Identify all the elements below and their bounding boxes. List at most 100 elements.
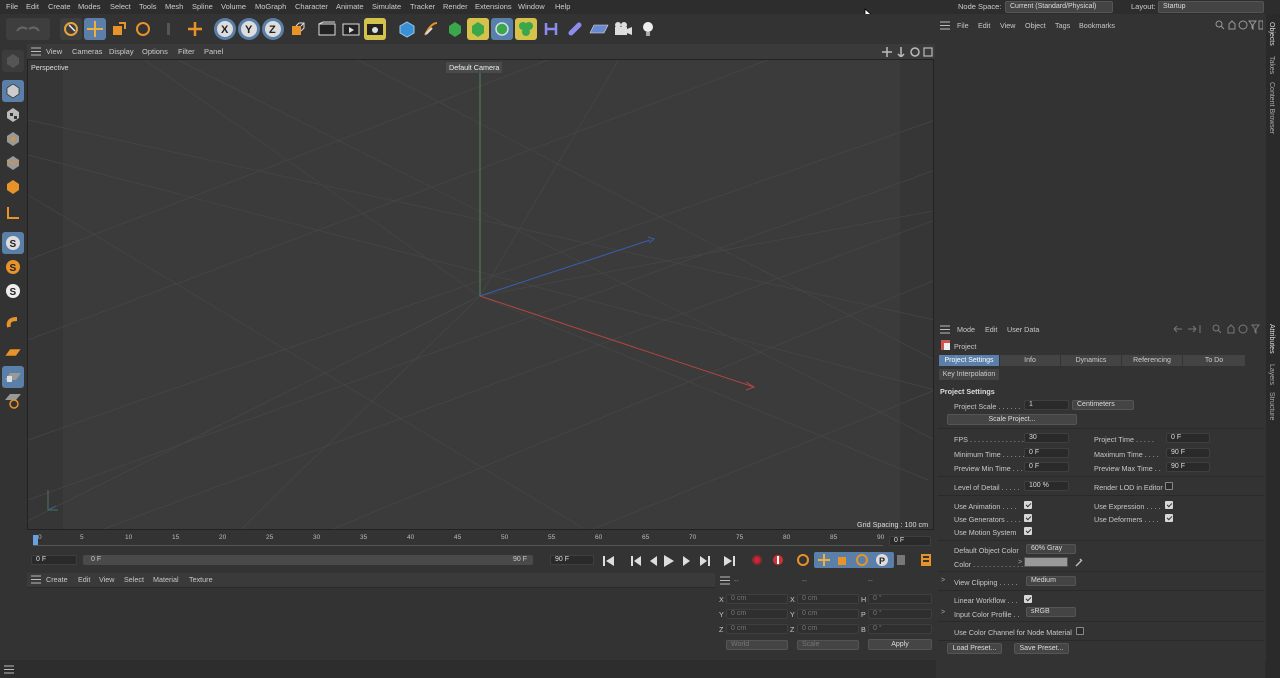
tab-to-do[interactable]: To Do: [1183, 355, 1245, 366]
make-editable-icon[interactable]: [2, 50, 24, 72]
pen-spline-icon[interactable]: [420, 18, 442, 40]
view-clipping-expand-icon[interactable]: >: [941, 577, 945, 584]
menu-select[interactable]: Select: [110, 2, 131, 11]
menu-edit[interactable]: Edit: [26, 2, 39, 11]
menu-modes[interactable]: Modes: [78, 2, 101, 11]
rotation-h-field[interactable]: 0 °: [868, 594, 932, 604]
object-menu-object[interactable]: Object: [1025, 21, 1046, 30]
auto-keying-icon[interactable]: [772, 554, 784, 566]
frame-range-slider[interactable]: 0 F 90 F: [83, 555, 533, 565]
workplane-snap-icon[interactable]: S: [2, 280, 24, 302]
light-object-icon[interactable]: [637, 18, 659, 40]
size-y-field[interactable]: 0 cm: [797, 609, 859, 619]
render-settings-icon[interactable]: [364, 18, 386, 40]
max-time-field[interactable]: 90 F: [1166, 448, 1210, 458]
object-menu-bookmarks[interactable]: Bookmarks: [1079, 21, 1115, 30]
rotation-b-field[interactable]: 0 °: [868, 624, 932, 634]
key-parameter-icon[interactable]: P: [875, 553, 889, 567]
position-y-field[interactable]: 0 cm: [726, 609, 788, 619]
edges-mode-icon[interactable]: [2, 152, 24, 174]
lod-field[interactable]: 100 %: [1024, 481, 1069, 491]
tab-info[interactable]: Info: [1000, 355, 1060, 366]
recent-tools-icon[interactable]: [158, 18, 180, 40]
rotate-tool-icon[interactable]: [132, 18, 154, 40]
coordinate-system-icon[interactable]: [287, 18, 309, 40]
y-axis-lock-icon[interactable]: Y: [238, 18, 260, 40]
use-animation-checkbox[interactable]: [1024, 501, 1032, 509]
load-preset-button[interactable]: Load Preset...: [947, 643, 1002, 654]
project-scale-field[interactable]: 1: [1024, 400, 1069, 410]
viewport-rotate-icon[interactable]: [910, 47, 920, 57]
generator-icon[interactable]: [467, 18, 489, 40]
undo-redo-button[interactable]: [6, 18, 50, 40]
viewport-move-icon[interactable]: [882, 47, 892, 57]
viewport[interactable]: Perspective Default Camera Grid Spacing …: [27, 59, 934, 530]
next-frame-button[interactable]: [685, 553, 699, 567]
workplane-icon[interactable]: [2, 342, 24, 364]
menu-volume[interactable]: Volume: [221, 2, 246, 11]
cube-object-icon[interactable]: [396, 18, 418, 40]
use-motion-checkbox[interactable]: [1024, 527, 1032, 535]
use-expression-checkbox[interactable]: [1165, 501, 1173, 509]
size-z-field[interactable]: 0 cm: [797, 624, 859, 634]
color-expand-icon[interactable]: >: [1018, 559, 1022, 566]
menu-extensions[interactable]: Extensions: [475, 2, 512, 11]
use-deformers-checkbox[interactable]: [1165, 514, 1173, 522]
viewport-menu-panel[interactable]: Panel: [204, 47, 223, 56]
material-menu-texture[interactable]: Texture: [189, 575, 213, 584]
z-axis-lock-icon[interactable]: Z: [262, 18, 284, 40]
deformer-icon[interactable]: [540, 18, 562, 40]
viewport-zoom-icon[interactable]: [896, 47, 906, 57]
key-scale-icon[interactable]: [837, 554, 849, 566]
create-cross-icon[interactable]: [184, 18, 206, 40]
project-time-field[interactable]: 0 F: [1166, 433, 1210, 443]
attr-menu-user-data[interactable]: User Data: [1007, 325, 1039, 334]
menu-mograph[interactable]: MoGraph: [255, 2, 286, 11]
model-mode-icon[interactable]: [2, 80, 24, 102]
input-profile-dropdown[interactable]: sRGB: [1026, 607, 1076, 617]
menu-tracker[interactable]: Tracker: [410, 2, 435, 11]
menu-tools[interactable]: Tools: [139, 2, 157, 11]
object-menu-view[interactable]: View: [1000, 21, 1015, 30]
default-color-dropdown[interactable]: 60% Gray: [1026, 544, 1076, 554]
tab-dynamics[interactable]: Dynamics: [1061, 355, 1121, 366]
tab-referencing[interactable]: Referencing: [1122, 355, 1182, 366]
scale-unit-dropdown[interactable]: Centimeters: [1072, 400, 1134, 410]
hamburger-icon[interactable]: [31, 575, 41, 584]
hamburger-icon[interactable]: [720, 576, 730, 585]
linear-workflow-checkbox[interactable]: [1024, 595, 1032, 603]
camera-object-icon[interactable]: [612, 18, 634, 40]
current-frame-field[interactable]: 0 F: [889, 536, 931, 546]
play-button[interactable]: [664, 553, 680, 567]
environment-icon[interactable]: [564, 18, 586, 40]
side-tab-attributes[interactable]: Attributes: [1268, 324, 1275, 354]
rotation-p-field[interactable]: 0 °: [868, 609, 932, 619]
menu-help[interactable]: Help: [555, 2, 570, 11]
menu-simulate[interactable]: Simulate: [372, 2, 401, 11]
tab-project-settings[interactable]: Project Settings: [939, 355, 999, 366]
live-selection-icon[interactable]: [60, 18, 82, 40]
points-mode-icon[interactable]: [2, 128, 24, 150]
size-x-field[interactable]: 0 cm: [797, 594, 859, 604]
side-tab-layers[interactable]: Layers: [1268, 364, 1275, 385]
snap-settings-icon[interactable]: S: [2, 256, 24, 278]
mograph-icon[interactable]: [515, 18, 537, 40]
hamburger-icon[interactable]: [940, 325, 950, 334]
eyedropper-icon[interactable]: [1074, 557, 1084, 567]
view-clipping-dropdown[interactable]: Medium: [1026, 576, 1076, 586]
active-camera-label[interactable]: Default Camera: [446, 62, 503, 73]
menu-character[interactable]: Character: [295, 2, 328, 11]
start-frame-field[interactable]: 0 F: [31, 555, 77, 565]
menu-create[interactable]: Create: [48, 2, 71, 11]
magnet-icon[interactable]: [2, 312, 24, 334]
subdivision-surface-icon[interactable]: [444, 18, 466, 40]
material-menu-select[interactable]: Select: [124, 575, 144, 584]
min-time-field[interactable]: 0 F: [1024, 448, 1069, 458]
hamburger-icon[interactable]: [940, 21, 950, 30]
end-frame-field[interactable]: 90 F: [550, 555, 594, 565]
side-tab-objects[interactable]: Objects: [1268, 22, 1275, 46]
material-menu-view[interactable]: View: [99, 575, 114, 584]
menu-render[interactable]: Render: [443, 2, 468, 11]
key-rotation-icon[interactable]: [856, 554, 868, 566]
coord-size-mode-dropdown[interactable]: Scale: [797, 640, 859, 650]
